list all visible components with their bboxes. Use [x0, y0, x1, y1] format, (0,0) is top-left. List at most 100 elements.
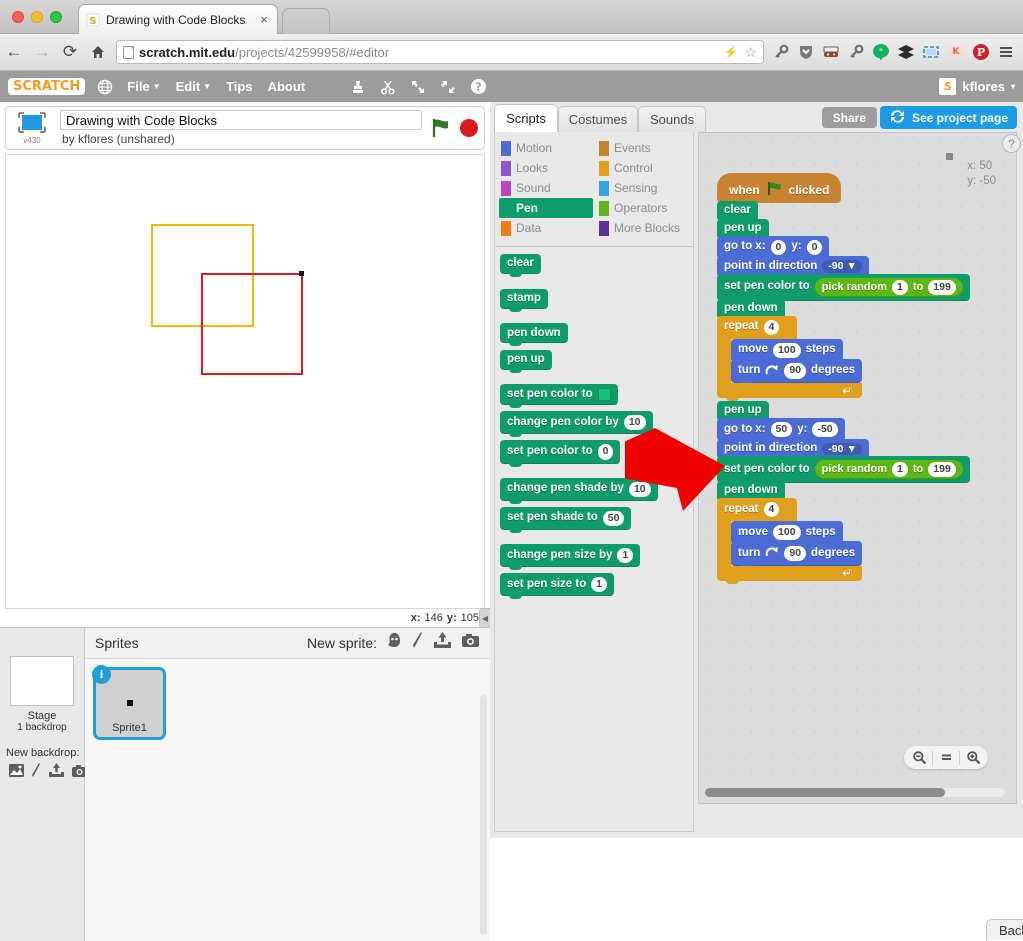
number-input[interactable]: 0 — [597, 444, 614, 460]
shield-chevron-icon[interactable] — [795, 41, 817, 63]
lightning-icon[interactable]: ⚡ — [723, 45, 738, 59]
block-turn-degrees-2[interactable]: turn 90 degrees — [731, 541, 863, 569]
block-set-pen-color[interactable]: set pen color to pick random 1 to 199 — [717, 273, 970, 304]
backdrop-paint-icon[interactable] — [31, 763, 42, 783]
stage-selector[interactable]: Stage 1 backdrop New backdrop: — [0, 628, 87, 941]
palette-block-set-pen-shade[interactable]: set pen shade to 50 — [500, 506, 632, 533]
move-steps-input[interactable]: 100 — [773, 342, 801, 358]
repeat-inner-stack[interactable]: move 100 steps turn 90 degrees — [731, 521, 863, 569]
maximize-window-button[interactable] — [50, 11, 62, 23]
tab-scripts[interactable]: Scripts — [494, 104, 558, 132]
category-control[interactable]: Control — [597, 158, 691, 178]
palette-block-clear[interactable]: clear — [500, 253, 541, 277]
help-icon[interactable]: ? — [470, 78, 487, 95]
browser-menu-icon[interactable] — [995, 41, 1017, 63]
back-button[interactable]: ← — [0, 38, 28, 66]
turn-degrees-input[interactable]: 90 — [784, 545, 807, 562]
pick-random-to-input[interactable]: 199 — [928, 279, 956, 295]
scripts-canvas[interactable]: x: 50 y: -50 when clicked clear pen up g… — [698, 132, 1017, 804]
palette-block-change-pen-shade[interactable]: change pen shade by 10 — [500, 477, 658, 504]
scripts-help-button[interactable]: ? — [1002, 134, 1021, 153]
block-repeat-2[interactable]: repeat 4 move 100 steps turn 90 degrees … — [717, 498, 863, 584]
repeat-count-input[interactable]: 4 — [763, 319, 780, 335]
category-pen[interactable]: Pen — [499, 198, 593, 218]
user-menu[interactable]: S kflores ▾ — [939, 78, 1015, 95]
menu-about[interactable]: About — [268, 79, 306, 94]
palette-block-pen-down[interactable]: pen down — [500, 323, 568, 347]
category-events[interactable]: Events — [597, 138, 691, 158]
tab-sounds[interactable]: Sounds — [638, 106, 706, 132]
zoom-in-icon[interactable] — [962, 747, 984, 768]
repeat-header[interactable]: repeat 4 — [717, 498, 797, 522]
forward-button[interactable]: → — [28, 38, 56, 66]
move-steps-input[interactable]: 100 — [773, 525, 801, 541]
block-pick-random[interactable]: pick random 1 to 199 — [814, 277, 963, 297]
palette-block-change-pen-color[interactable]: change pen color by 10 — [500, 411, 653, 438]
palette-block-set-pen-color-swatch[interactable]: set pen color to — [500, 384, 618, 409]
mask-icon[interactable] — [820, 41, 842, 63]
block-go-to-xy-2[interactable]: go to x: 50 y: -50 — [717, 418, 845, 445]
sprite-list-scrollbar[interactable] — [480, 695, 487, 935]
goto-x-input[interactable]: 50 — [770, 422, 793, 438]
list-item[interactable]: i Sprite1 — [92, 665, 166, 740]
globe-icon[interactable] — [97, 79, 113, 95]
grow-icon[interactable] — [410, 79, 426, 95]
sprite-camera-icon[interactable] — [461, 633, 480, 654]
number-input[interactable]: 1 — [591, 576, 608, 592]
palette-block-pen-up[interactable]: pen up — [500, 350, 552, 373]
backpack-bar[interactable]: Backpack ▲ — [986, 919, 1023, 940]
block-repeat[interactable]: repeat 4 move 100 steps turn 90 degrees … — [717, 315, 863, 402]
zoom-reset-icon[interactable] — [935, 747, 957, 768]
number-input[interactable]: 10 — [623, 415, 646, 431]
scissors-icon[interactable] — [380, 79, 396, 95]
home-button[interactable] — [84, 38, 112, 66]
minimize-window-button[interactable] — [31, 11, 43, 23]
goto-y-input[interactable]: -50 — [812, 422, 838, 438]
layers-icon[interactable] — [895, 41, 917, 63]
share-button[interactable]: Share — [821, 107, 877, 128]
category-operators[interactable]: Operators — [597, 198, 691, 218]
pinterest-icon[interactable]: P — [970, 41, 992, 63]
menu-file[interactable]: File ▼ — [127, 79, 160, 94]
pick-random-from-input[interactable]: 1 — [892, 279, 908, 295]
close-window-button[interactable] — [12, 11, 24, 23]
key-icon[interactable] — [770, 41, 792, 63]
repeat-header[interactable]: repeat 4 — [717, 315, 797, 339]
pick-random-to-input[interactable]: 199 — [928, 462, 956, 478]
block-clear[interactable]: clear — [717, 200, 758, 224]
category-sensing[interactable]: Sensing — [597, 178, 691, 198]
see-project-page-button[interactable]: See project page — [879, 106, 1017, 129]
block-turn-degrees[interactable]: turn 90 degrees — [731, 358, 863, 386]
pick-random-from-input[interactable]: 1 — [892, 462, 908, 478]
stage-size-toggle[interactable]: v430 — [12, 111, 52, 145]
pen-color-swatch[interactable] — [597, 388, 611, 402]
repeat-count-input[interactable]: 4 — [763, 502, 780, 518]
menu-tips[interactable]: Tips — [226, 79, 253, 94]
script-stack[interactable]: when clicked clear pen up go to x: 0 y: … — [717, 173, 970, 584]
stage-canvas[interactable] — [5, 154, 485, 609]
block-when-flag-clicked[interactable]: when clicked — [717, 173, 970, 206]
scrollbar-thumb[interactable] — [705, 788, 945, 797]
category-more-blocks[interactable]: More Blocks — [597, 218, 691, 238]
sprite-on-stage[interactable] — [299, 271, 304, 276]
palette-block-change-pen-size[interactable]: change pen size by 1 — [500, 543, 641, 571]
stamp-icon[interactable] — [350, 79, 366, 95]
scratch-logo[interactable]: SCRATCH — [8, 78, 86, 95]
palette-block-stamp[interactable]: stamp — [500, 288, 548, 312]
hangouts-icon[interactable]: " — [870, 41, 892, 63]
category-data[interactable]: Data — [499, 218, 593, 238]
key2-icon[interactable] — [845, 41, 867, 63]
turn-degrees-input[interactable]: 90 — [784, 363, 807, 379]
scripts-horizontal-scrollbar[interactable] — [705, 788, 1005, 797]
repeat-inner-stack[interactable]: move 100 steps turn 90 degrees — [731, 338, 863, 386]
tab-costumes[interactable]: Costumes — [558, 106, 638, 132]
palette-block-set-pen-color-number[interactable]: set pen color to 0 — [500, 440, 621, 467]
close-tab-button[interactable]: × — [257, 13, 271, 26]
backdrop-library-icon[interactable] — [8, 763, 25, 783]
stage-thumbnail[interactable] — [10, 656, 74, 706]
sprite-library-icon[interactable] — [386, 632, 403, 654]
zoom-out-icon[interactable] — [908, 747, 930, 768]
number-input[interactable]: 10 — [628, 481, 651, 497]
green-flag-icon[interactable] — [430, 117, 452, 139]
category-motion[interactable]: Motion — [499, 138, 593, 158]
